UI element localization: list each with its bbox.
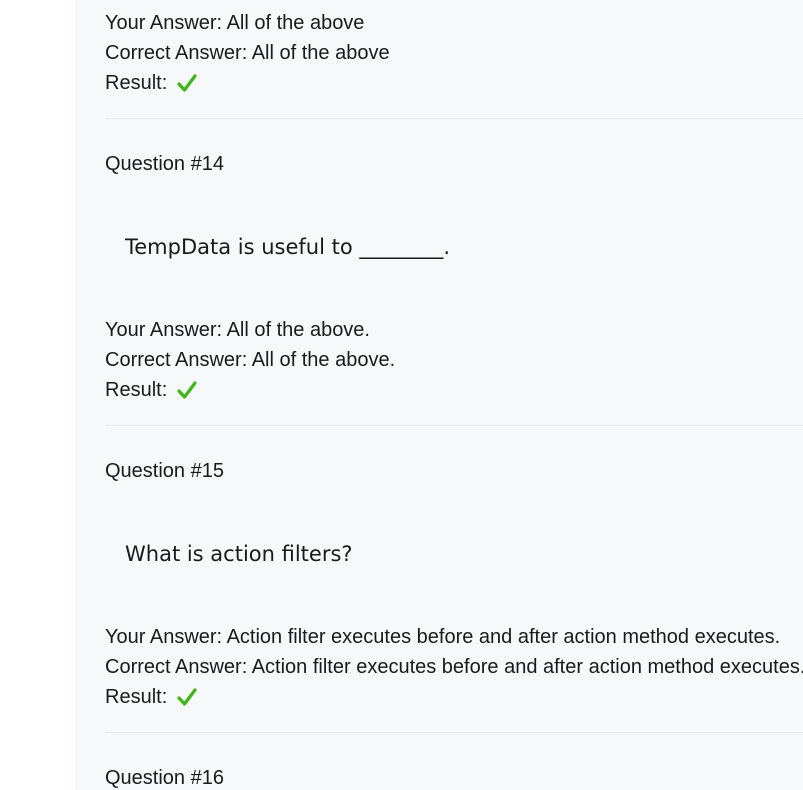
result-line: Result: (105, 378, 197, 402)
correct-answer-value: All of the above. (251, 349, 396, 371)
result-label: Result: (105, 686, 173, 708)
correct-answer-value: Action filter executes before and after … (251, 656, 803, 678)
correct-answer-label: Correct Answer: (105, 42, 252, 64)
question-divider (105, 118, 803, 119)
your-answer-label: Your Answer: (105, 319, 227, 341)
quiz-results-panel: Your Answer: All of the above Correct An… (75, 0, 803, 790)
checkmark-icon (177, 688, 197, 706)
question-heading: Question #15 (105, 460, 224, 482)
checkmark-icon (177, 74, 197, 92)
question-divider (105, 732, 803, 733)
result-line: Result: (105, 71, 197, 95)
correct-answer-line: Correct Answer: Action filter executes b… (105, 655, 803, 679)
result-label: Result: (105, 379, 173, 401)
correct-answer-value: All of the above (251, 42, 390, 64)
result-label: Result: (105, 72, 173, 94)
correct-answer-line: Correct Answer: All of the above (105, 41, 390, 65)
question-text: TempData is useful to ________. (125, 235, 451, 259)
your-answer-line: Your Answer: Action filter executes befo… (105, 625, 780, 649)
question-text: What is action filters? (125, 542, 353, 566)
question-divider (105, 425, 803, 426)
your-answer-value: All of the above (226, 12, 365, 34)
your-answer-line: Your Answer: All of the above. (105, 318, 370, 342)
correct-answer-label: Correct Answer: (105, 656, 252, 678)
your-answer-label: Your Answer: (105, 626, 227, 648)
your-answer-value: Action filter executes before and after … (226, 626, 781, 648)
your-answer-line: Your Answer: All of the above (105, 11, 364, 35)
question-heading: Question #16 (105, 767, 224, 789)
your-answer-value: All of the above. (226, 319, 370, 341)
your-answer-label: Your Answer: (105, 12, 227, 34)
correct-answer-label: Correct Answer: (105, 349, 252, 371)
question-heading: Question #14 (105, 153, 224, 175)
checkmark-icon (177, 381, 197, 399)
correct-answer-line: Correct Answer: All of the above. (105, 348, 395, 372)
result-line: Result: (105, 685, 197, 709)
